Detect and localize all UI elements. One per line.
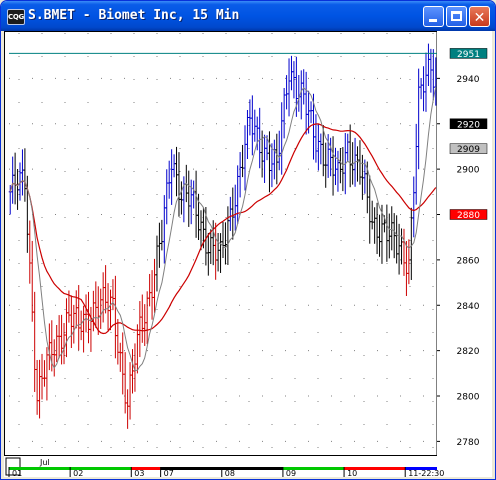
price-tag-label: 2920 bbox=[457, 120, 480, 130]
x-day-label: 11-22:30 bbox=[408, 469, 444, 477]
x-day-label: 09 bbox=[286, 469, 296, 477]
close-icon: ✕ bbox=[473, 10, 486, 26]
minimize-button[interactable] bbox=[423, 6, 444, 27]
x-day-label: 08 bbox=[225, 469, 235, 477]
maximize-icon bbox=[451, 11, 462, 21]
x-day-label: 03 bbox=[134, 469, 144, 477]
x-day-label: 02 bbox=[73, 469, 83, 477]
maximize-button[interactable] bbox=[446, 6, 467, 27]
price-tag-label: 2880 bbox=[457, 211, 480, 221]
price-chart: 2940 2920 2900 2880 2860 2840 2820 2800 2780 2951… bbox=[4, 31, 492, 478]
price-tag-label: 2951 bbox=[457, 50, 480, 60]
minimize-icon bbox=[429, 19, 437, 22]
x-day-label: 10 bbox=[347, 469, 357, 477]
x-day-label: 07 bbox=[164, 469, 174, 477]
y-tick-label: 2860 bbox=[457, 256, 480, 266]
close-button[interactable]: ✕ bbox=[469, 6, 490, 27]
y-tick-label: 2940 bbox=[457, 75, 480, 85]
x-day-label: 01 bbox=[12, 469, 22, 477]
title-bar[interactable]: CQG S.BMET - Biomet Inc, 15 Min ✕ bbox=[1, 1, 495, 31]
y-tick-label: 2780 bbox=[457, 438, 480, 448]
y-tick-label: 2840 bbox=[457, 302, 480, 312]
x-month-label: Jul bbox=[39, 458, 50, 467]
price-tag-label: 2909 bbox=[457, 145, 480, 155]
y-tick-label: 2820 bbox=[457, 347, 480, 357]
chart-window: CQG S.BMET - Biomet Inc, 15 Min ✕ 2940 29… bbox=[0, 0, 496, 480]
y-tick-label: 2800 bbox=[457, 393, 480, 403]
cqg-app-icon[interactable]: CQG bbox=[7, 9, 25, 25]
y-tick-label: 2900 bbox=[457, 166, 480, 176]
chart-area: 2940 2920 2900 2880 2860 2840 2820 2800 2780 2951… bbox=[4, 31, 492, 478]
window-title: S.BMET - Biomet Inc, 15 Min bbox=[28, 8, 240, 23]
price-axis: 2940 2920 2900 2880 2860 2840 2820 2800 2780 2951… bbox=[437, 31, 492, 456]
time-axis: Jul 01 02 03 07 08 09 10 11-22:30 bbox=[4, 456, 492, 478]
